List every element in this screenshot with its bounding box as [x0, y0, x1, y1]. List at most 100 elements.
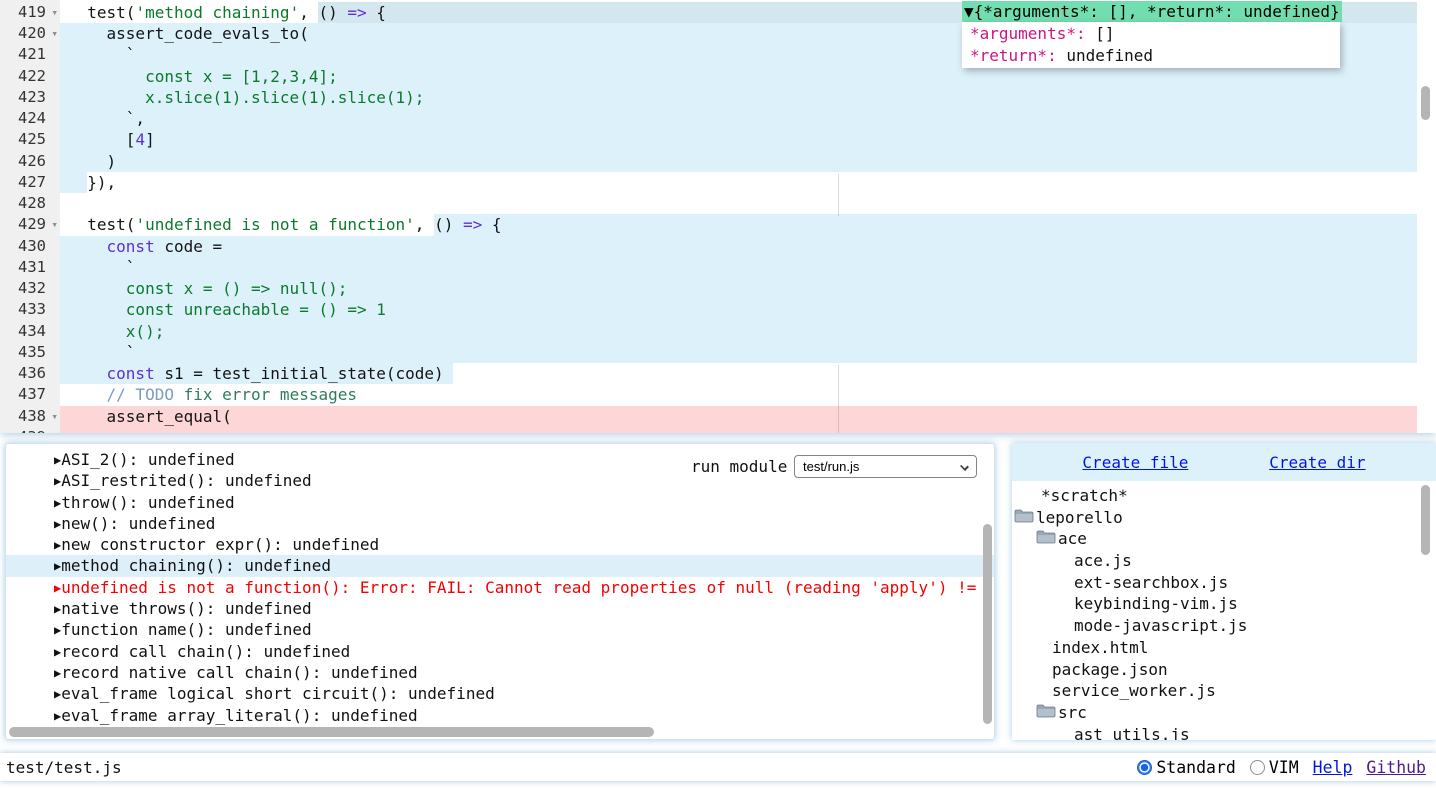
line-highlight [60, 321, 1417, 342]
code-line[interactable]: 428 [0, 193, 1436, 215]
code-line[interactable]: 432 const x = () => null(); [0, 278, 1436, 300]
value-tooltip-header[interactable]: ▼{*arguments*: [], *return*: undefined} [962, 1, 1342, 22]
code-line-text: test('undefined is not a function', () =… [68, 214, 502, 235]
test-result-row[interactable]: ▶record call chain(): undefined [6, 641, 994, 662]
gutter-cell: 420▾ [0, 23, 60, 44]
code-line-text: x.slice(1).slice(1).slice(1); [68, 87, 424, 108]
tree-file-row[interactable]: *scratch* [1012, 485, 1436, 507]
line-number: 420 [18, 23, 46, 44]
line-number: 437 [18, 384, 46, 405]
test-result-row[interactable]: ▶function name(): undefined [6, 619, 994, 640]
tree-item-label: ext-searchbox.js [1074, 572, 1228, 594]
fold-caret-icon[interactable]: ▾ [51, 406, 58, 427]
line-highlight [60, 129, 1417, 150]
code-line[interactable]: 435 ` [0, 342, 1436, 364]
gutter-cell: 434 [0, 321, 60, 342]
test-result-row[interactable]: ▶native throws(): undefined [6, 598, 994, 619]
github-link[interactable]: Github [1366, 758, 1426, 777]
code-line[interactable]: 433 const unreachable = () => 1 [0, 299, 1436, 321]
run-module-select[interactable]: test/run.js [794, 455, 977, 478]
code-line[interactable]: 430 const code = [0, 236, 1436, 258]
test-result-row[interactable]: ▶method chaining(): undefined [6, 555, 994, 576]
folder-icon [1014, 507, 1036, 529]
code-line-text: }), [68, 172, 116, 193]
line-number: 431 [18, 257, 46, 278]
code-line[interactable]: 425 [4] [0, 129, 1436, 151]
gutter-cell: 439 [0, 427, 60, 433]
test-result-row[interactable]: ▶new(): undefined [6, 513, 994, 534]
code-line[interactable]: 439 [0, 427, 1436, 433]
test-result-row[interactable]: ▶new constructor expr(): undefined [6, 534, 994, 555]
editor-vertical-scrollbar[interactable] [1421, 86, 1430, 120]
fold-caret-icon[interactable]: ▾ [51, 2, 58, 23]
code-line[interactable]: 438▾ assert_equal( [0, 406, 1436, 428]
tooltip-entry[interactable]: *arguments*: [] [962, 23, 1340, 44]
radio-vim-icon[interactable] [1250, 760, 1265, 775]
test-result-row[interactable]: ▶throw(): undefined [6, 492, 994, 513]
keybinding-option-standard[interactable]: Standard [1137, 758, 1235, 777]
code-line-text: `, [68, 108, 145, 129]
fold-caret-icon[interactable]: ▾ [51, 214, 58, 235]
tree-file-row[interactable]: package.json [1012, 659, 1436, 681]
create-file-link[interactable]: Create file [1082, 453, 1188, 472]
code-line[interactable]: 427 }), [0, 172, 1436, 194]
test-result-text: new(): undefined [61, 514, 215, 533]
line-number: 422 [18, 66, 46, 87]
line-number: 428 [18, 193, 46, 214]
create-dir-link[interactable]: Create dir [1269, 453, 1365, 472]
tree-folder-row[interactable]: ace [1012, 528, 1436, 550]
folder-icon [1036, 528, 1058, 550]
test-results-list: ▶ASI_2(): undefined▶ASI_restrited(): und… [6, 449, 994, 726]
help-link[interactable]: Help [1313, 758, 1353, 777]
tree-file-row[interactable]: ast_utils.js [1012, 724, 1436, 740]
gutter-cell: 428 [0, 193, 60, 214]
results-horizontal-scrollbar[interactable] [9, 727, 654, 737]
keybinding-option-vim[interactable]: VIM [1250, 758, 1299, 777]
tree-file-row[interactable]: index.html [1012, 637, 1436, 659]
code-line-text: test('method chaining', () => { [68, 2, 386, 23]
tree-file-row[interactable]: ace.js [1012, 550, 1436, 572]
test-result-row[interactable]: ▶undefined is not a function(): Error: F… [6, 577, 994, 598]
test-result-row[interactable]: ▶eval_frame logical short circuit(): und… [6, 683, 994, 704]
tree-file-row[interactable]: ext-searchbox.js [1012, 572, 1436, 594]
current-file-path: test/test.js [0, 758, 1137, 777]
code-line[interactable]: 431 ` [0, 257, 1436, 279]
tree-item-label: keybinding-vim.js [1074, 593, 1238, 615]
tree-file-row[interactable]: service_worker.js [1012, 680, 1436, 702]
tooltip-entry[interactable]: *return*: undefined [962, 45, 1340, 66]
results-vertical-scrollbar[interactable] [983, 524, 992, 724]
tree-item-label: service_worker.js [1052, 680, 1216, 702]
code-line[interactable]: 426 ) [0, 151, 1436, 173]
tree-item-label: leporello [1036, 507, 1123, 529]
tree-item-label: mode-javascript.js [1074, 615, 1247, 637]
fold-caret-icon[interactable]: ▾ [51, 23, 58, 44]
code-line[interactable]: 429▾ test('undefined is not a function',… [0, 214, 1436, 236]
code-line[interactable]: 423 x.slice(1).slice(1).slice(1); [0, 87, 1436, 109]
test-result-row[interactable]: ▶eval_frame array_literal(): undefined [6, 705, 994, 726]
test-result-text: method chaining(): undefined [61, 556, 331, 575]
code-line[interactable]: 436 const s1 = test_initial_state(code) [0, 363, 1436, 385]
code-line-text: assert_code_evals_to( [68, 23, 309, 44]
radio-standard-icon[interactable] [1137, 760, 1152, 775]
test-result-text: eval_frame array_literal(): undefined [61, 706, 417, 725]
test-result-text: throw(): undefined [61, 493, 234, 512]
file-tree-body: *scratch*leporelloaceace.jsext-searchbox… [1012, 481, 1436, 740]
tree-folder-row[interactable]: leporello [1012, 507, 1436, 529]
line-number: 433 [18, 299, 46, 320]
tree-file-row[interactable]: mode-javascript.js [1012, 615, 1436, 637]
code-line[interactable]: 434 x(); [0, 321, 1436, 343]
run-module-selected-value: test/run.js [803, 459, 859, 474]
tree-folder-row[interactable]: src [1012, 702, 1436, 724]
code-line[interactable]: 424 `, [0, 108, 1436, 130]
code-line-text: const x = () => null(); [68, 278, 347, 299]
file-tree-vertical-scrollbar[interactable] [1421, 485, 1430, 555]
line-number: 425 [18, 129, 46, 150]
code-line[interactable]: 422 const x = [1,2,3,4]; [0, 66, 1436, 88]
test-result-row[interactable]: ▶record native call chain(): undefined [6, 662, 994, 683]
tree-file-row[interactable]: keybinding-vim.js [1012, 593, 1436, 615]
file-tree-panel: Create file Create dir *scratch*leporell… [1012, 443, 1436, 740]
line-number: 423 [18, 87, 46, 108]
test-result-text: ASI_restrited(): undefined [61, 471, 311, 490]
code-line[interactable]: 437 // TODO fix error messages [0, 384, 1436, 406]
code-editor[interactable]: 419▾ test('method chaining', () => {420▾… [0, 0, 1436, 433]
